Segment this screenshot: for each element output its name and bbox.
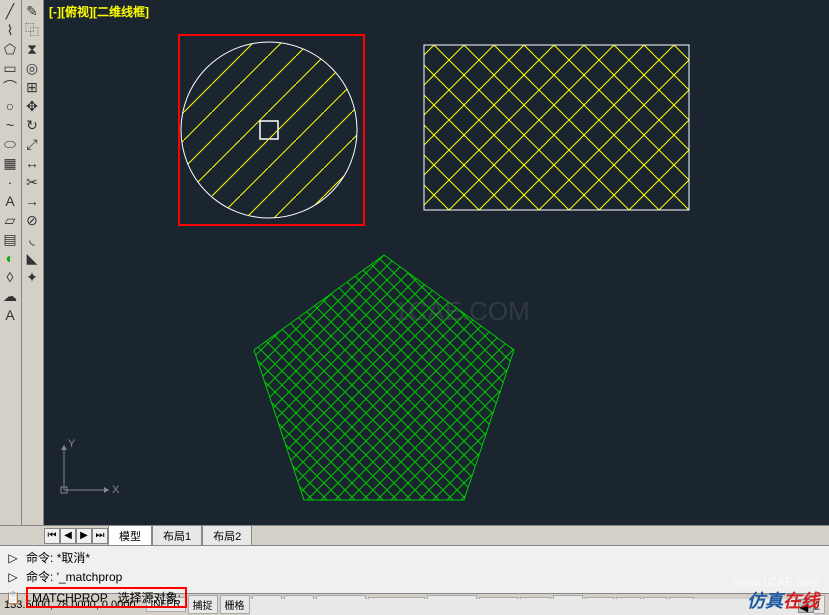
cmd-prompt: 选择源对象: [118,591,181,605]
tab-model[interactable]: 模型 [108,525,152,547]
draw-toolbar: ╱ ⌇ ⬠ ▭ ⌒ ○ ~ ⬭ ▦ · A ▱ ▤ ◐ ◊ ☁ A [0,0,22,525]
arc-tool-icon[interactable]: ⌒ [1,78,19,96]
trim-tool-icon[interactable]: ✂ [23,173,41,191]
pentagon-hatch[interactable] [254,255,514,500]
array-tool-icon[interactable]: ⊞ [23,78,41,96]
offset-tool-icon[interactable]: ◎ [23,59,41,77]
table-tool-icon[interactable]: ▤ [1,230,19,248]
rotate-tool-icon[interactable]: ↻ [23,116,41,134]
tab-layout1[interactable]: 布局1 [152,525,202,547]
mtext-tool-icon[interactable]: A [1,306,19,324]
text-tool-icon[interactable]: A [1,192,19,210]
spline-tool-icon[interactable]: ~ [1,116,19,134]
cmd-name: MATCHPROP [32,591,108,605]
tab-layout2[interactable]: 布局2 [202,525,252,547]
rectangle-tool-icon[interactable]: ▭ [1,59,19,77]
extend-tool-icon[interactable]: → [23,192,41,210]
stretch-tool-icon[interactable]: ↔ [23,154,41,172]
svg-text:Y: Y [68,438,76,450]
circle-tool-icon[interactable]: ○ [1,97,19,115]
revcloud-tool-icon[interactable]: ☁ [1,287,19,305]
tab-next-icon[interactable]: ▶ [76,528,92,544]
tab-first-icon[interactable]: ⏮ [44,528,60,544]
cmd-prefix: 命令: [26,549,53,566]
erase-tool-icon[interactable]: ✎ [23,2,41,20]
circle-hatch[interactable] [174,35,364,225]
polygon-tool-icon[interactable]: ⬠ [1,40,19,58]
region-tool-icon[interactable]: ▱ [1,211,19,229]
cmd-active-highlight: MATCHPROP 选择源对象: [26,587,187,608]
scale-tool-icon[interactable]: ⤢ [23,135,41,153]
line-tool-icon[interactable]: ╱ [1,2,19,20]
point-tool-icon[interactable]: · [1,173,19,191]
pline-tool-icon[interactable]: ⌇ [1,21,19,39]
cmd-prefix: 命令: [26,568,53,585]
tab-last-icon[interactable]: ⏭ [92,528,108,544]
layout-tabs: ⏮ ◀ ▶ ⏭ 模型 布局1 布局2 ◀ 💬 CAD教程AutoCAD [0,525,829,545]
command-window[interactable]: ▷ 命令: *取消* ▷ 命令: '_matchprop 📋 MATCHPROP… [0,545,829,593]
gradient-tool-icon[interactable]: ◐ [1,249,19,267]
boundary-tool-icon[interactable]: ◊ [1,268,19,286]
footer-brand: 仿真在线 [747,587,819,613]
cmd-text-1: *取消* [57,549,90,566]
mirror-tool-icon[interactable]: ⧗ [23,40,41,58]
fillet-tool-icon[interactable]: ◟ [23,230,41,248]
ucs-icon: X Y [54,435,124,505]
view-label[interactable]: [-][俯视][二维线框] [49,3,149,20]
svg-text:X: X [112,484,120,496]
cmd-icon: ▷ [4,569,22,585]
drawing-canvas[interactable]: [-][俯视][二维线框] [44,0,829,525]
tab-prev-icon[interactable]: ◀ [60,528,76,544]
move-tool-icon[interactable]: ✥ [23,97,41,115]
chamfer-tool-icon[interactable]: ◣ [23,249,41,267]
watermark-center: 1CAE.COM [394,296,530,326]
drawing-svg: 1CAE.COM [44,0,829,525]
break-tool-icon[interactable]: ⊘ [23,211,41,229]
explode-tool-icon[interactable]: ✦ [23,268,41,286]
cmd-text-2: '_matchprop [57,570,123,584]
ellipse-tool-icon[interactable]: ⬭ [1,135,19,153]
hatch-tool-icon[interactable]: ▦ [1,154,19,172]
copy-tool-icon[interactable]: ⿻ [23,21,41,39]
rect-hatch[interactable] [424,45,689,210]
cmd-input-icon[interactable]: 📋 [4,590,22,606]
modify-toolbar: ✎ ⿻ ⧗ ◎ ⊞ ✥ ↻ ⤢ ↔ ✂ → ⊘ ◟ ◣ ✦ [22,0,44,525]
cmd-icon: ▷ [4,550,22,566]
